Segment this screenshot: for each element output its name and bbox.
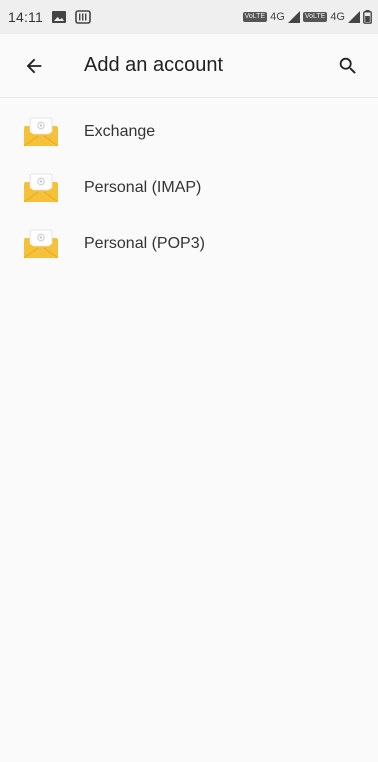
mail-envelope-icon <box>23 229 59 259</box>
account-item-exchange[interactable]: Exchange <box>0 104 378 160</box>
app-bar: Add an account <box>0 34 378 98</box>
account-type-list: Exchange Personal (IMAP) Personal (POP3) <box>0 98 378 272</box>
status-left: 14:11 <box>8 9 91 25</box>
mail-envelope-icon <box>23 117 59 147</box>
volte-badge-2: VoLTE <box>302 12 328 22</box>
network-type-2: 4G <box>330 11 345 23</box>
signal-icon <box>287 11 300 23</box>
image-notification-icon <box>51 10 67 24</box>
account-label: Exchange <box>84 123 156 140</box>
screen: 14:11 VoLTE 4G VoLTE 4G Add an account E… <box>0 0 378 762</box>
mail-envelope-icon <box>23 173 59 203</box>
arrow-back-icon <box>26 58 42 73</box>
search-icon <box>339 57 356 74</box>
account-label: Personal (IMAP) <box>84 179 202 196</box>
account-item-personal-imap[interactable]: Personal (IMAP) <box>0 160 378 216</box>
signal-icon <box>348 11 360 23</box>
account-label: Personal (POP3) <box>84 235 205 252</box>
status-bar: 14:11 VoLTE 4G VoLTE 4G <box>0 0 378 34</box>
back-button[interactable] <box>18 50 50 82</box>
volte-badge-1: VoLTE <box>242 12 268 22</box>
battery-icon <box>363 10 372 24</box>
page-title: Add an account <box>84 54 223 76</box>
search-button[interactable] <box>332 50 364 82</box>
account-item-personal-pop3[interactable]: Personal (POP3) <box>0 216 378 272</box>
network-type-1: 4G <box>270 11 285 23</box>
barcode-notification-icon <box>75 10 91 24</box>
status-time: 14:11 <box>8 9 43 25</box>
status-right: VoLTE 4G VoLTE 4G <box>242 10 372 24</box>
